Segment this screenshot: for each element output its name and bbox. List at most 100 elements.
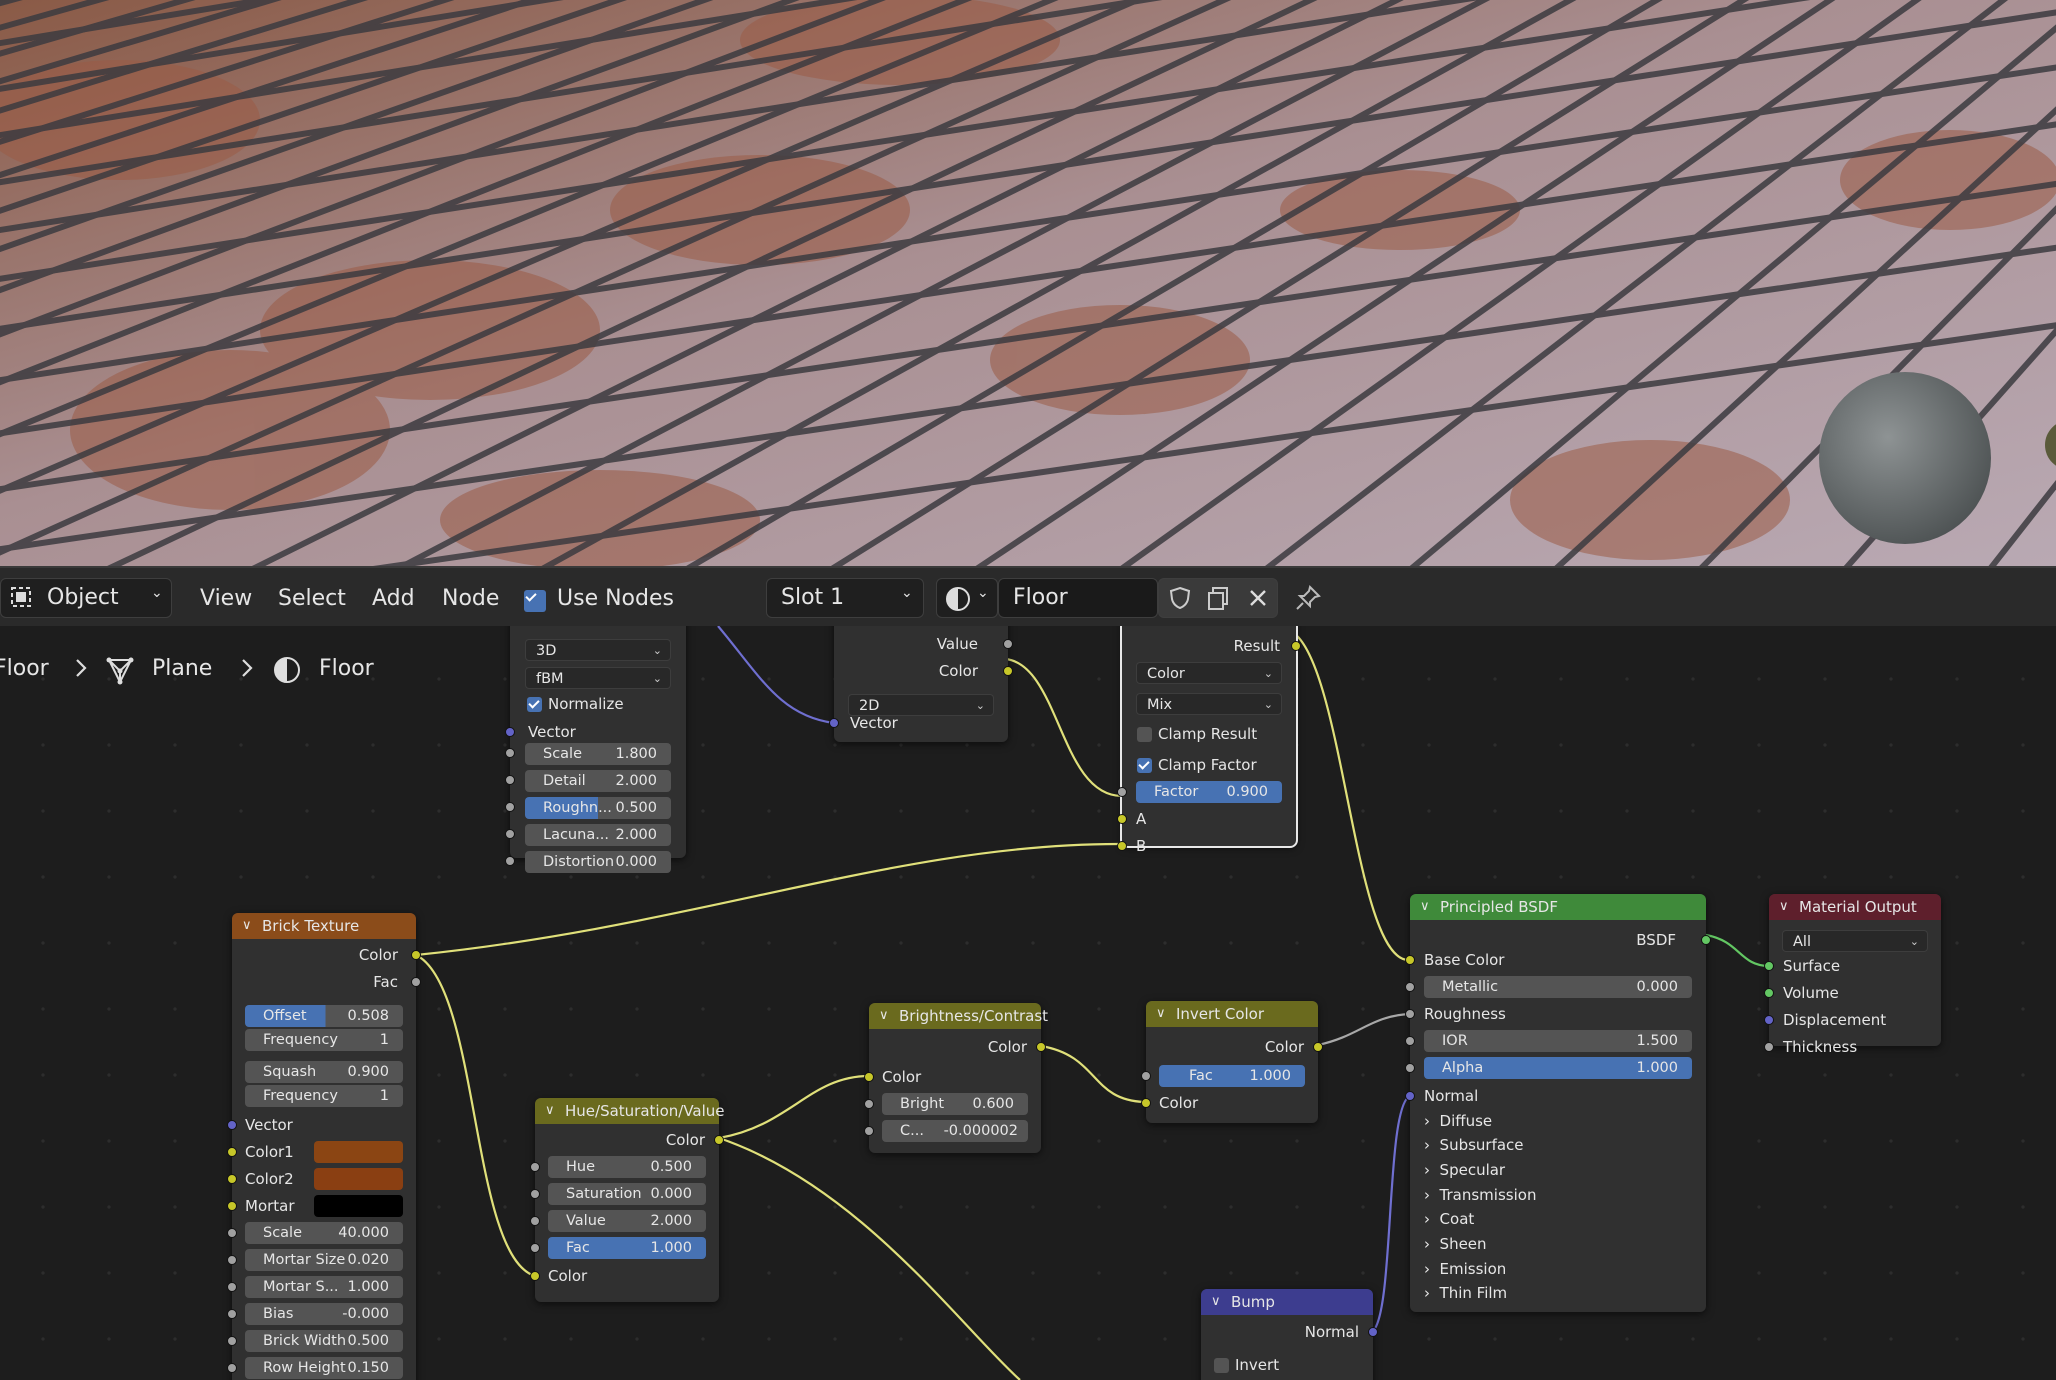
- noise-distortion-field[interactable]: Distortion 0.000: [525, 851, 671, 873]
- panel-transmission[interactable]: › Transmission: [1424, 1183, 1536, 1207]
- material-name-field[interactable]: Floor: [998, 578, 1158, 618]
- node-noise-texture[interactable]: 3D ⌄ fBM ⌄ Normalize Vector Scale 1.800 Det…: [505, 626, 686, 873]
- socket-fac-out[interactable]: [411, 977, 421, 987]
- socket-normal-out[interactable]: [1368, 1327, 1378, 1337]
- menu-select[interactable]: Select: [278, 582, 346, 616]
- socket-base-color-in[interactable]: [1405, 955, 1415, 965]
- material-browse-button[interactable]: ⌄: [936, 578, 998, 618]
- node-texture-partial[interactable]: Value Color 2D ⌄ Vector: [829, 626, 1013, 742]
- socket-saturation-in[interactable]: [530, 1189, 540, 1199]
- breadcrumb-item-object[interactable]: Plane: [152, 656, 212, 681]
- hsv-saturation-field[interactable]: Saturation 0.000: [548, 1183, 706, 1205]
- brick-frequency1-field[interactable]: Frequency 1: [245, 1029, 403, 1051]
- menu-node[interactable]: Node: [442, 582, 499, 616]
- socket-mortar-in[interactable]: [227, 1201, 237, 1211]
- socket-color1-in[interactable]: [227, 1147, 237, 1157]
- mix-datatype-dropdown[interactable]: Color ⌄: [1136, 662, 1282, 684]
- bsdf-metallic-field[interactable]: Metallic 0.000: [1424, 976, 1692, 998]
- socket-value-out[interactable]: [1003, 639, 1013, 649]
- noise-dimensions-dropdown[interactable]: 3D ⌄: [525, 639, 671, 661]
- panel-coat[interactable]: › Coat: [1424, 1207, 1474, 1231]
- socket-in[interactable]: [227, 1228, 237, 1238]
- node-mix[interactable]: Result Color ⌄ Mix ⌄ Clamp Result Clamp Fa…: [1117, 626, 1301, 855]
- breadcrumb-item-material[interactable]: Floor: [0, 656, 49, 681]
- collapse-chevron-icon[interactable]: ∨: [879, 1003, 889, 1029]
- close-icon[interactable]: [1245, 585, 1271, 617]
- socket-in[interactable]: [505, 829, 515, 839]
- socket-color-out[interactable]: [1313, 1042, 1323, 1052]
- socket-color-out[interactable]: [1003, 666, 1013, 676]
- socket-fac-in[interactable]: [530, 1243, 540, 1253]
- brick-frequency2-field[interactable]: Frequency 1: [245, 1085, 403, 1107]
- socket-color2-in[interactable]: [227, 1174, 237, 1184]
- panel-diffuse[interactable]: › Diffuse: [1424, 1109, 1492, 1133]
- bsdf-ior-field[interactable]: IOR 1.500: [1424, 1030, 1692, 1052]
- socket-vector-in[interactable]: [829, 718, 839, 728]
- clamp-result-checkbox[interactable]: [1137, 727, 1152, 742]
- panel-sheen[interactable]: › Sheen: [1424, 1232, 1487, 1256]
- socket-result-out[interactable]: [1291, 641, 1301, 651]
- socket-surface-in[interactable]: [1764, 961, 1774, 971]
- breadcrumb-item-material-current[interactable]: Floor: [319, 656, 374, 681]
- node-brick-texture[interactable]: ∨ Brick Texture Color Fac Offset 0.508 Fre…: [227, 913, 421, 1380]
- socket-color-in[interactable]: [1141, 1098, 1151, 1108]
- panel-subsurface[interactable]: › Subsurface: [1424, 1133, 1524, 1157]
- brick-header[interactable]: ∨ Brick Texture: [232, 913, 416, 939]
- bc-header[interactable]: ∨ Brightness/Contrast: [869, 1003, 1048, 1029]
- socket-hue-in[interactable]: [530, 1162, 540, 1172]
- bump-invert-checkbox[interactable]: [1214, 1358, 1229, 1373]
- socket-in[interactable]: [227, 1255, 237, 1265]
- brick-offset-field[interactable]: Offset 0.508: [245, 1005, 403, 1027]
- socket-in[interactable]: [505, 775, 515, 785]
- output-header[interactable]: ∨ Material Output: [1769, 894, 1941, 920]
- collapse-chevron-icon[interactable]: ∨: [545, 1098, 555, 1124]
- 3d-viewport[interactable]: [0, 0, 2056, 566]
- socket-ior-in[interactable]: [1405, 1036, 1415, 1046]
- socket-color-out[interactable]: [411, 950, 421, 960]
- node-hue-saturation-value[interactable]: ∨ Hue/Saturation/Value Color Hue 0.500 Sat…: [530, 1098, 725, 1302]
- collapse-chevron-icon[interactable]: ∨: [1779, 894, 1789, 920]
- use-nodes-checkbox[interactable]: [524, 590, 546, 612]
- noise-scale-field[interactable]: Scale 1.800: [525, 743, 671, 765]
- socket-color-out[interactable]: [714, 1135, 724, 1145]
- output-target-dropdown[interactable]: All ⌄: [1782, 930, 1928, 952]
- fake-user-shield-icon[interactable]: [1167, 585, 1193, 617]
- panel-emission[interactable]: › Emission: [1424, 1257, 1506, 1281]
- duplicate-icon[interactable]: [1205, 585, 1231, 617]
- socket-value-in[interactable]: [530, 1216, 540, 1226]
- socket-bright-in[interactable]: [864, 1099, 874, 1109]
- noise-roughness-field[interactable]: Roughn... 0.500: [525, 797, 671, 819]
- mode-dropdown[interactable]: Object ⌄: [0, 578, 172, 618]
- node-material-output[interactable]: ∨ Material Output All ⌄ Surface Volume Dis…: [1764, 894, 1941, 1056]
- socket-vector-in[interactable]: [227, 1120, 237, 1130]
- bc-bright-field[interactable]: Bright 0.600: [882, 1093, 1028, 1115]
- socket-roughness-in[interactable]: [1405, 1009, 1415, 1019]
- socket-color-out[interactable]: [1036, 1042, 1046, 1052]
- noise-type-dropdown[interactable]: fBM ⌄: [525, 667, 671, 689]
- bump-header[interactable]: ∨ Bump: [1201, 1289, 1373, 1315]
- brick-width-field[interactable]: Brick Width 0.500: [245, 1330, 403, 1352]
- socket-in[interactable]: [505, 802, 515, 812]
- pin-icon[interactable]: [1294, 584, 1322, 618]
- bsdf-header[interactable]: ∨ Principled BSDF: [1410, 894, 1706, 920]
- mix-blend-dropdown[interactable]: Mix ⌄: [1136, 693, 1282, 715]
- invert-fac-field[interactable]: Fac 1.000: [1159, 1065, 1305, 1087]
- hsv-value-field[interactable]: Value 2.000: [548, 1210, 706, 1232]
- hsv-fac-field[interactable]: Fac 1.000: [548, 1237, 706, 1259]
- menu-add[interactable]: Add: [372, 582, 415, 616]
- socket-b-in[interactable]: [1117, 841, 1127, 851]
- socket-bsdf-out[interactable]: [1701, 935, 1711, 945]
- mortar-swatch[interactable]: [314, 1195, 403, 1217]
- brick-row-height-field[interactable]: Row Height 0.150: [245, 1357, 403, 1379]
- socket-in[interactable]: [227, 1309, 237, 1319]
- clamp-factor-checkbox[interactable]: [1137, 758, 1152, 773]
- collapse-chevron-icon[interactable]: ∨: [1420, 894, 1430, 920]
- brick-squash-field[interactable]: Squash 0.900: [245, 1061, 403, 1083]
- socket-volume-in[interactable]: [1764, 988, 1774, 998]
- socket-in[interactable]: [227, 1363, 237, 1373]
- node-principled-bsdf[interactable]: ∨ Principled BSDF BSDF Base Color Metalli…: [1405, 894, 1711, 1312]
- socket-a-in[interactable]: [1117, 814, 1127, 824]
- socket-fac-in[interactable]: [1141, 1071, 1151, 1081]
- collapse-chevron-icon[interactable]: ∨: [1156, 1001, 1166, 1027]
- collapse-chevron-icon[interactable]: ∨: [1211, 1289, 1221, 1315]
